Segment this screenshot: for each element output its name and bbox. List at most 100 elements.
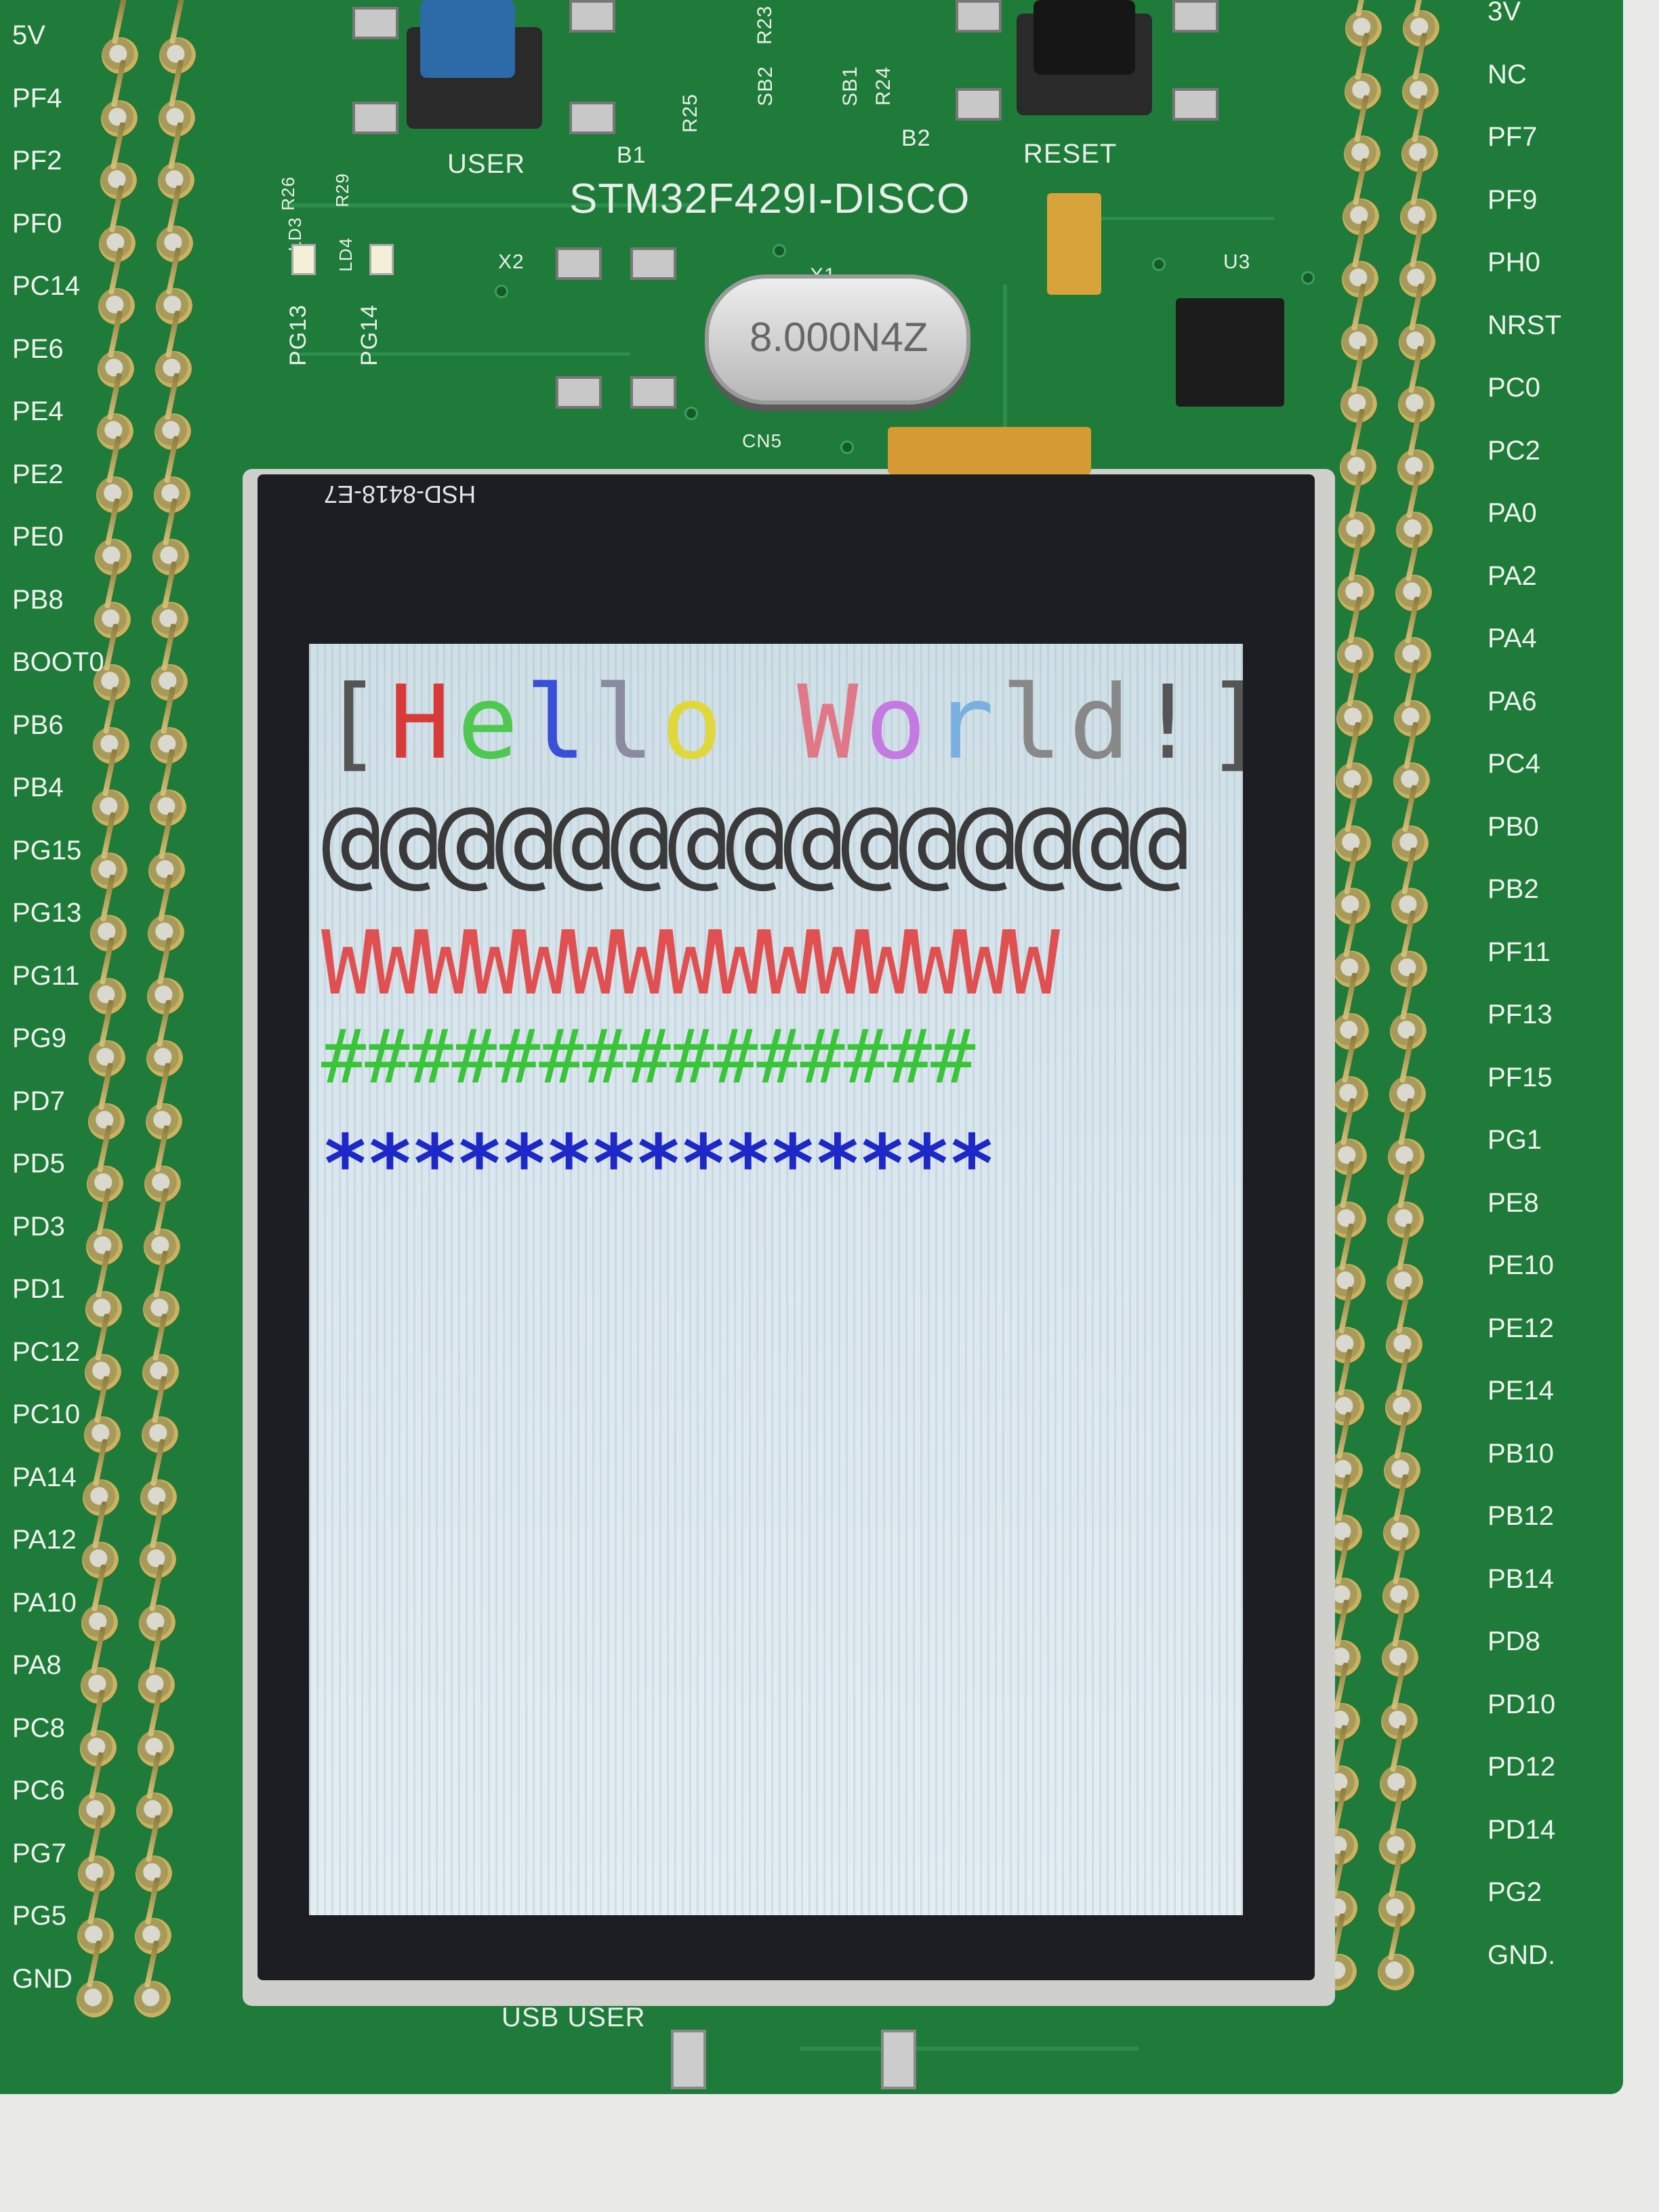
pin-label: PA12 (12, 1525, 77, 1555)
pin-label: PD14 (1488, 1814, 1556, 1845)
pin-label: PF2 (12, 146, 62, 176)
user-button[interactable] (420, 0, 515, 78)
pin-label: NRST (1488, 310, 1561, 340)
pin-label: PF7 (1488, 122, 1538, 152)
pin-label: PF0 (12, 208, 62, 239)
pin-label: PC12 (12, 1336, 81, 1367)
xtal-pad (556, 247, 602, 280)
lcd-flex-cable (888, 427, 1091, 474)
pin-label: PE8 (1488, 1187, 1539, 1218)
pin-label: PB14 (1488, 1563, 1554, 1594)
pin-label: PG11 (12, 960, 80, 991)
pin-label: NC (1488, 59, 1527, 89)
pin-label: PA10 (12, 1587, 77, 1618)
board-name: STM32F429I-DISCO (569, 176, 970, 222)
resistor-label: R24 (872, 66, 895, 106)
xtal-pad (556, 376, 602, 409)
pin-label: PF11 (1488, 937, 1551, 967)
led-port-label: PG13 (285, 304, 311, 366)
button-pad (569, 102, 615, 134)
pin-label: PC10 (12, 1399, 81, 1429)
pin-label: PB10 (1488, 1438, 1554, 1469)
pin-label: PB2 (1488, 874, 1539, 904)
resistor-label: R29 (331, 173, 352, 207)
pin-label: 5V (12, 20, 45, 50)
lcd-model-label: HSD-8418-E7 (323, 480, 476, 508)
header-pin (76, 1980, 113, 2018)
pin-label: PE14 (1488, 1376, 1554, 1406)
pin-label: PA0 (1488, 498, 1537, 528)
button-pad (956, 0, 1002, 33)
pin-label: PE2 (12, 459, 64, 489)
pin-label: PA8 (12, 1650, 62, 1680)
hello-char: ! (1136, 664, 1206, 782)
hello-char: o (661, 664, 729, 782)
button-pad (956, 88, 1002, 121)
pin-label: PD8 (1488, 1626, 1540, 1656)
asterisk-row: *************** (321, 1117, 996, 1210)
pin-label: PD10 (1488, 1689, 1556, 1719)
hello-char: l (593, 664, 661, 782)
hello-world-text: [Hello World!] (321, 664, 1243, 782)
pin-label: PB12 (1488, 1501, 1554, 1531)
resistor-label: R23 (754, 5, 777, 45)
pin-label: PA2 (1488, 560, 1537, 591)
tantalum-capacitor (1047, 193, 1101, 295)
user-button-label: USER (447, 149, 526, 179)
hello-char: d (1069, 664, 1137, 782)
pin-label: PF4 (12, 83, 62, 113)
pin-label: PB4 (12, 773, 64, 802)
pin-label: PC4 (1488, 749, 1540, 779)
button-pad (1172, 0, 1218, 33)
pin-label: PB0 (1488, 811, 1539, 842)
xtal-label: X2 (498, 251, 525, 273)
lcd-screen[interactable]: [Hello World!] @@@@@@@@@@@@@@@ WWWWWWWWW… (309, 644, 1243, 1915)
reset-button[interactable] (1033, 0, 1135, 75)
pin-label: PG2 (1488, 1877, 1542, 1907)
hello-char: [ (321, 664, 390, 782)
resistor-label: R25 (679, 93, 702, 134)
hello-char: l (525, 664, 594, 782)
hello-char (729, 664, 797, 782)
pin-label: PD5 (12, 1149, 65, 1179)
pin-label: PD3 (12, 1211, 65, 1242)
at-sign-row: @@@@@@@@@@@@@@@ (321, 783, 1189, 899)
resistor-label: R26 (277, 176, 298, 211)
pin-label: PD1 (12, 1274, 65, 1304)
hello-char: H (389, 664, 457, 782)
pin-label: 3V (1488, 0, 1521, 26)
usb-pad (671, 2030, 706, 2089)
pin-label: PA4 (1488, 623, 1537, 653)
xtal-pad (630, 376, 676, 409)
pin-label: PG15 (12, 835, 82, 865)
pin-label: BOOT0 (12, 647, 104, 677)
pin-label: PG9 (12, 1023, 67, 1053)
usb-pad (881, 2030, 916, 2089)
pin-label: PB8 (12, 584, 64, 615)
pin-label: PE0 (12, 522, 64, 552)
reset-button-label: RESET (1023, 139, 1118, 169)
pin-label: PE12 (1488, 1313, 1554, 1343)
pin-label: PG1 (1488, 1125, 1542, 1155)
pin-label: PA6 (1488, 686, 1537, 716)
pin-label: PG13 (12, 898, 82, 928)
pin-label: PG7 (12, 1838, 67, 1868)
pin-label: PA14 (12, 1462, 77, 1492)
pin-label: PC0 (1488, 373, 1540, 403)
pin-label: GND. (1488, 1940, 1555, 1970)
button-pad (352, 102, 398, 134)
pin-label: PC14 (12, 271, 81, 301)
led-port-label: PG14 (356, 304, 382, 366)
pin-label: PH0 (1488, 247, 1540, 277)
resistor-label: SB1 (838, 66, 861, 106)
crystal-label: 8.000N4Z (750, 314, 928, 360)
hash-row: ############### (321, 1013, 975, 1100)
led-label: LD4 (335, 237, 356, 272)
ic-chip (1176, 298, 1284, 407)
hello-char: ] (1205, 664, 1243, 782)
led-ld3 (291, 244, 316, 275)
hello-char: W (797, 664, 865, 782)
pin-label: PC6 (12, 1776, 65, 1805)
pin-label: PE10 (1488, 1250, 1554, 1280)
pin-label: PC8 (12, 1713, 65, 1743)
